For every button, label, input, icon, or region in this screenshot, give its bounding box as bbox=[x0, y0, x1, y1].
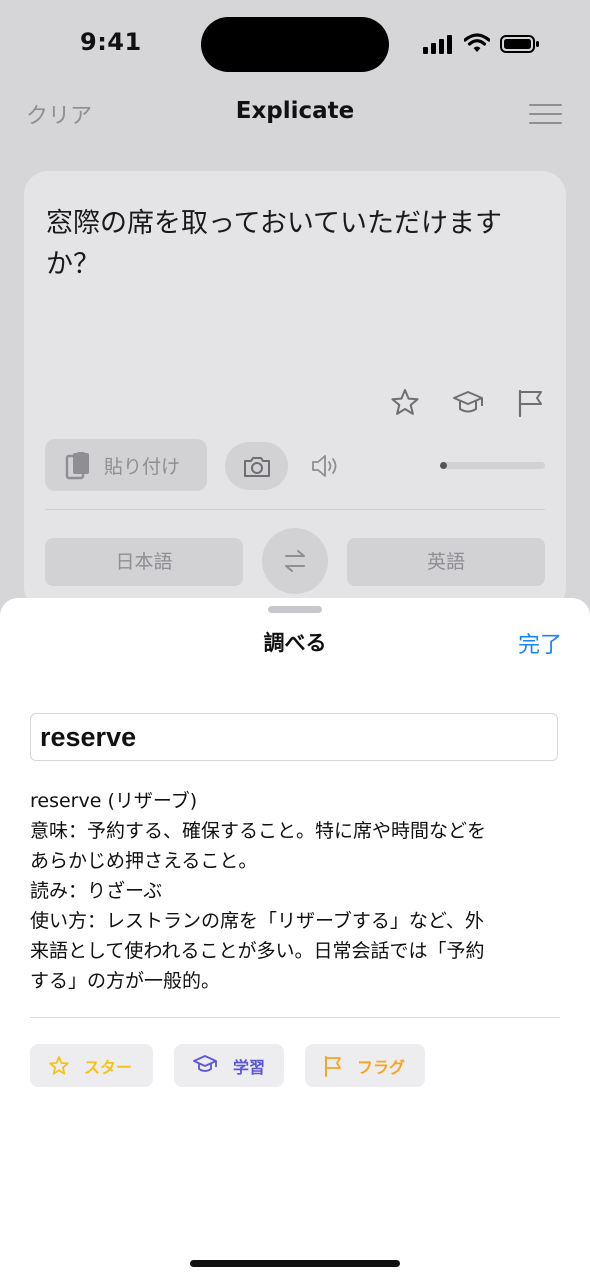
sheet-title: 調べる bbox=[263, 631, 327, 655]
speaker-icon[interactable] bbox=[310, 452, 340, 480]
audio-progress-track[interactable] bbox=[440, 462, 545, 469]
paste-label: 貼り付け bbox=[104, 456, 181, 478]
sheet-divider bbox=[30, 1017, 560, 1018]
target-language-button[interactable]: 英語 bbox=[347, 538, 545, 586]
graduation-cap-icon[interactable] bbox=[451, 386, 485, 420]
app-title: Explicate bbox=[235, 98, 355, 124]
lookup-search-field[interactable] bbox=[30, 713, 558, 761]
definition-line: 意味：予約する、確保すること。特に席や時間などを bbox=[30, 820, 487, 842]
definition-line: 使い方：レストランの席を「リザーブする」など、外 bbox=[30, 910, 484, 932]
learn-chip-label: 学習 bbox=[233, 1058, 266, 1077]
definition-line: 来語として使われることが多い。日常会話では「予約 bbox=[30, 940, 485, 962]
wifi-icon bbox=[464, 33, 490, 52]
star-chip-label: スター bbox=[84, 1058, 133, 1077]
graduation-cap-icon bbox=[193, 1055, 217, 1072]
swap-arrows-icon bbox=[285, 550, 305, 572]
source-text[interactable]: 窓際の席を取っておいていただけますか？ bbox=[46, 203, 546, 285]
menu-icon[interactable] bbox=[529, 104, 562, 124]
flag-chip-label: フラグ bbox=[357, 1058, 406, 1077]
dynamic-island bbox=[201, 17, 389, 72]
home-indicator[interactable] bbox=[190, 1260, 400, 1267]
cellular-signal-icon bbox=[423, 35, 452, 54]
sheet-grabber[interactable] bbox=[268, 606, 322, 613]
clipboard-icon bbox=[65, 452, 89, 480]
card-divider bbox=[45, 509, 545, 510]
definition-line: する」の方が一般的。 bbox=[30, 970, 221, 992]
learn-chip-button[interactable] bbox=[174, 1044, 284, 1087]
status-time: 9:41 bbox=[80, 28, 142, 56]
star-icon bbox=[49, 1056, 69, 1075]
audio-progress-knob[interactable] bbox=[440, 462, 447, 469]
flag-icon bbox=[325, 1056, 341, 1077]
source-language-button[interactable]: 日本語 bbox=[45, 538, 243, 586]
done-button[interactable]: 完了 bbox=[518, 627, 562, 659]
definition-text: reserve (リザーブ) 意味：予約する、確保すること。特に席や時間などを … bbox=[30, 786, 550, 996]
definition-line: あらかじめ押さえること。 bbox=[30, 850, 258, 872]
star-icon[interactable] bbox=[388, 386, 422, 420]
definition-line: 読み：りざーぶ bbox=[30, 880, 163, 902]
flag-icon[interactable] bbox=[514, 386, 548, 420]
camera-icon bbox=[244, 457, 270, 477]
battery-icon bbox=[500, 35, 539, 53]
definition-line: reserve (リザーブ) bbox=[30, 790, 198, 812]
